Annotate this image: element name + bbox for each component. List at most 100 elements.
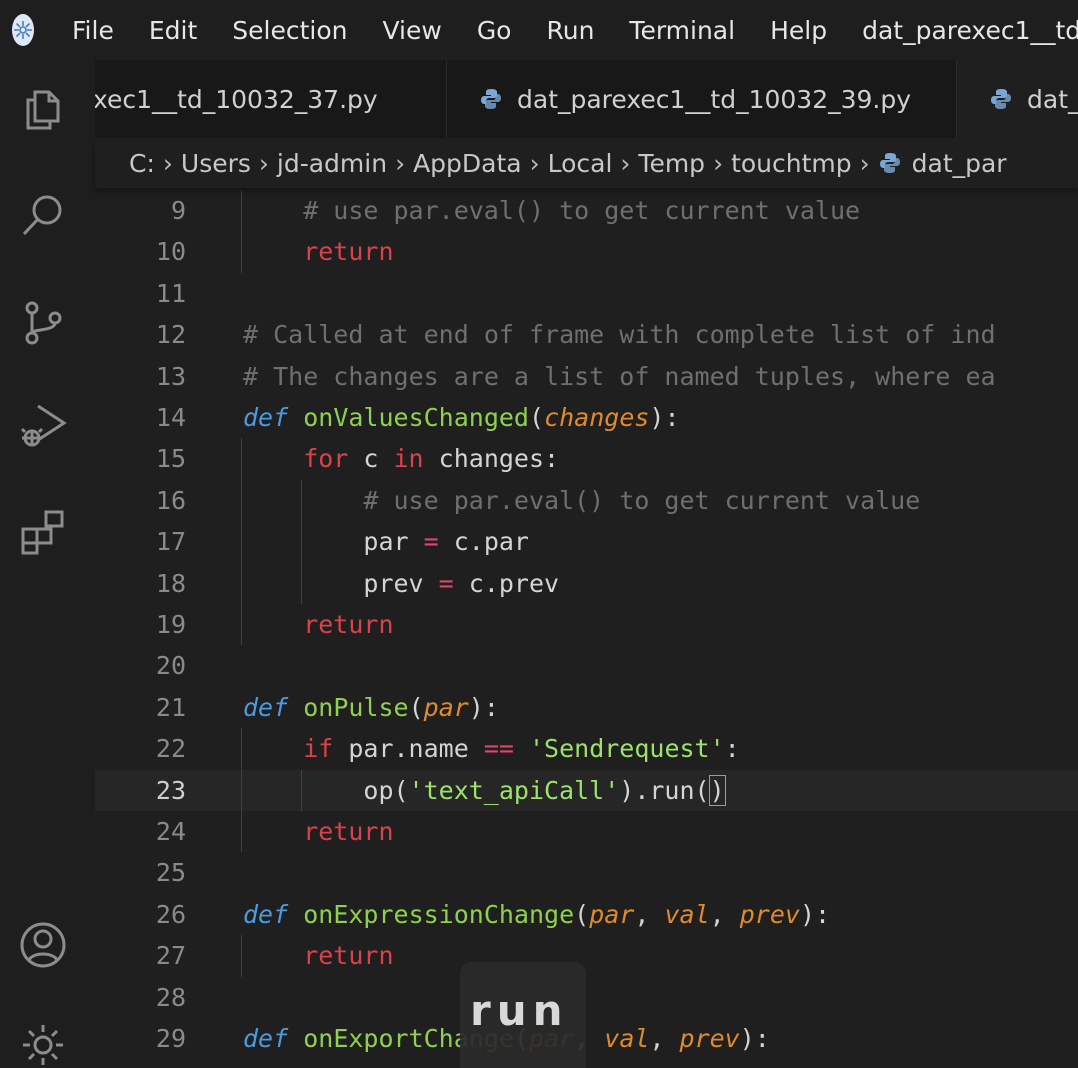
breadcrumb-item[interactable]: C:	[129, 149, 155, 178]
code-token: (	[529, 403, 545, 432]
code-line[interactable]: 9 # use par.eval() to get current value	[95, 190, 1078, 231]
code-line[interactable]: 16 # use par.eval() to get current value	[95, 480, 1078, 521]
code-line[interactable]: 12 # Called at end of frame with complete…	[95, 314, 1078, 355]
menu-selection[interactable]: Selection	[232, 16, 347, 45]
python-file-icon	[879, 153, 900, 173]
extensions-icon[interactable]	[18, 507, 68, 557]
explorer-icon[interactable]	[18, 84, 68, 134]
code-line[interactable]: 29def onExportChange(par, val, prev):	[95, 1018, 1078, 1059]
menu-edit[interactable]: Edit	[149, 16, 197, 45]
line-number: 19	[155, 610, 186, 639]
code-token: par	[589, 899, 635, 929]
chevron-right-icon: ›	[258, 148, 269, 178]
code-token: :	[724, 734, 740, 764]
breadcrumb-item[interactable]: AppData	[413, 149, 522, 178]
code-token: def	[243, 1024, 289, 1053]
line-number: 15	[155, 444, 186, 474]
tab-label: dat_	[1027, 84, 1078, 114]
code-token: def	[243, 692, 289, 722]
code-line[interactable]: 28	[95, 977, 1078, 1018]
code-token: ):	[799, 899, 831, 929]
line-code: # use par.eval() to get current value	[303, 190, 860, 231]
indent-guide	[241, 190, 242, 232]
line-number: 22	[155, 734, 186, 764]
breadcrumb-item[interactable]: Local	[548, 149, 613, 178]
line-code: prev = c.prev	[363, 563, 559, 604]
breadcrumb-item[interactable]: touchtmp	[731, 149, 852, 178]
code-token: def	[243, 403, 289, 432]
code-line[interactable]: 15 for c in changes:	[95, 438, 1078, 479]
breadcrumb: C: › Users › jd-admin › AppData › Local …	[95, 138, 1078, 188]
breadcrumb-item[interactable]: jd-admin	[277, 149, 387, 178]
code-token: prev	[363, 568, 439, 598]
code-line[interactable]: 26 def onExpressionChange(par, val, prev)…	[95, 894, 1078, 935]
code-token: ):	[739, 1024, 770, 1053]
account-icon[interactable]	[18, 920, 68, 970]
code-line[interactable]: 14 def onValuesChanged(changes):	[95, 397, 1078, 438]
code-token: prev	[739, 899, 800, 929]
tab-file-37[interactable]: xec1__td_10032_37.py	[95, 60, 447, 138]
menu-view[interactable]: View	[382, 16, 441, 45]
code-token: for	[303, 444, 349, 474]
search-icon[interactable]	[18, 190, 68, 240]
line-code: # use par.eval() to get current value	[363, 480, 920, 521]
menu-go[interactable]: Go	[477, 16, 512, 45]
source-control-icon[interactable]	[18, 298, 68, 348]
line-code: def onPulse(par):	[243, 687, 499, 728]
settings-gear-icon[interactable]	[18, 1020, 68, 1068]
indent-guide	[241, 811, 242, 853]
code-line[interactable]: 13 # The changes are a list of named tupl…	[95, 356, 1078, 397]
indent-guide	[241, 935, 242, 977]
tab-file-39[interactable]: dat_parexec1__td_10032_39.py	[447, 60, 957, 138]
code-line[interactable]: 22 if par.name == 'Sendrequest':	[95, 728, 1078, 769]
code-token: def	[243, 899, 289, 929]
code-line[interactable]: 18 prev = c.prev	[95, 563, 1078, 604]
run-debug-icon[interactable]	[18, 400, 68, 450]
code-line[interactable]: 19 return	[95, 604, 1078, 645]
menu-help[interactable]: Help	[770, 16, 827, 45]
line-number: 17	[155, 527, 186, 557]
chevron-right-icon: ›	[529, 148, 540, 178]
code-line[interactable]: 25	[95, 852, 1078, 893]
code-token: c	[348, 444, 394, 474]
line-code: def onValuesChanged(changes):	[243, 397, 680, 438]
indent-guide	[241, 438, 242, 480]
chevron-right-icon: ›	[162, 148, 173, 178]
breadcrumb-item[interactable]: Users	[181, 149, 251, 178]
window-title: dat_parexec1__td_2	[862, 15, 1078, 45]
code-token: ):	[649, 403, 680, 432]
code-line[interactable]: 21 def onPulse(par):	[95, 687, 1078, 728]
line-number: 25	[155, 858, 186, 888]
code-editor[interactable]: 9 # use par.eval() to get current value 10…	[95, 188, 1078, 1068]
code-token: # Called at end of frame with complete l…	[243, 320, 996, 350]
code-token: )	[708, 774, 726, 806]
code-line[interactable]: 27 return	[95, 935, 1078, 976]
code-token: return	[303, 941, 394, 971]
indent-guide	[241, 479, 242, 522]
breadcrumb-item[interactable]: dat_par	[912, 149, 1007, 178]
code-token: return	[303, 237, 394, 267]
code-line[interactable]: 10 return	[95, 231, 1078, 272]
menu-run[interactable]: Run	[546, 16, 594, 45]
indent-guide	[241, 562, 242, 604]
menu-terminal[interactable]: Terminal	[629, 16, 735, 45]
code-line[interactable]: 17 par = c.par	[95, 521, 1078, 562]
line-number: 24	[155, 817, 186, 846]
indent-guide	[241, 728, 242, 770]
menu-file[interactable]: File	[72, 16, 114, 45]
tab-active-file[interactable]: dat_	[957, 60, 1078, 138]
line-code: def onExpressionChange(par, val, prev):	[243, 894, 830, 935]
code-line[interactable]: 20	[95, 645, 1078, 686]
code-line[interactable]: 11	[95, 273, 1078, 314]
code-token: val	[604, 1024, 650, 1053]
indent-guide	[301, 521, 303, 563]
code-line[interactable]: 24 return	[95, 811, 1078, 852]
breadcrumb-item[interactable]: Temp	[638, 149, 705, 178]
chevron-right-icon: ›	[713, 148, 724, 178]
code-line[interactable]: 23 op('text_apiCall').run()	[95, 769, 1078, 811]
code-token: par	[363, 527, 424, 557]
code-token: # use par.eval() to get current value	[303, 196, 861, 225]
